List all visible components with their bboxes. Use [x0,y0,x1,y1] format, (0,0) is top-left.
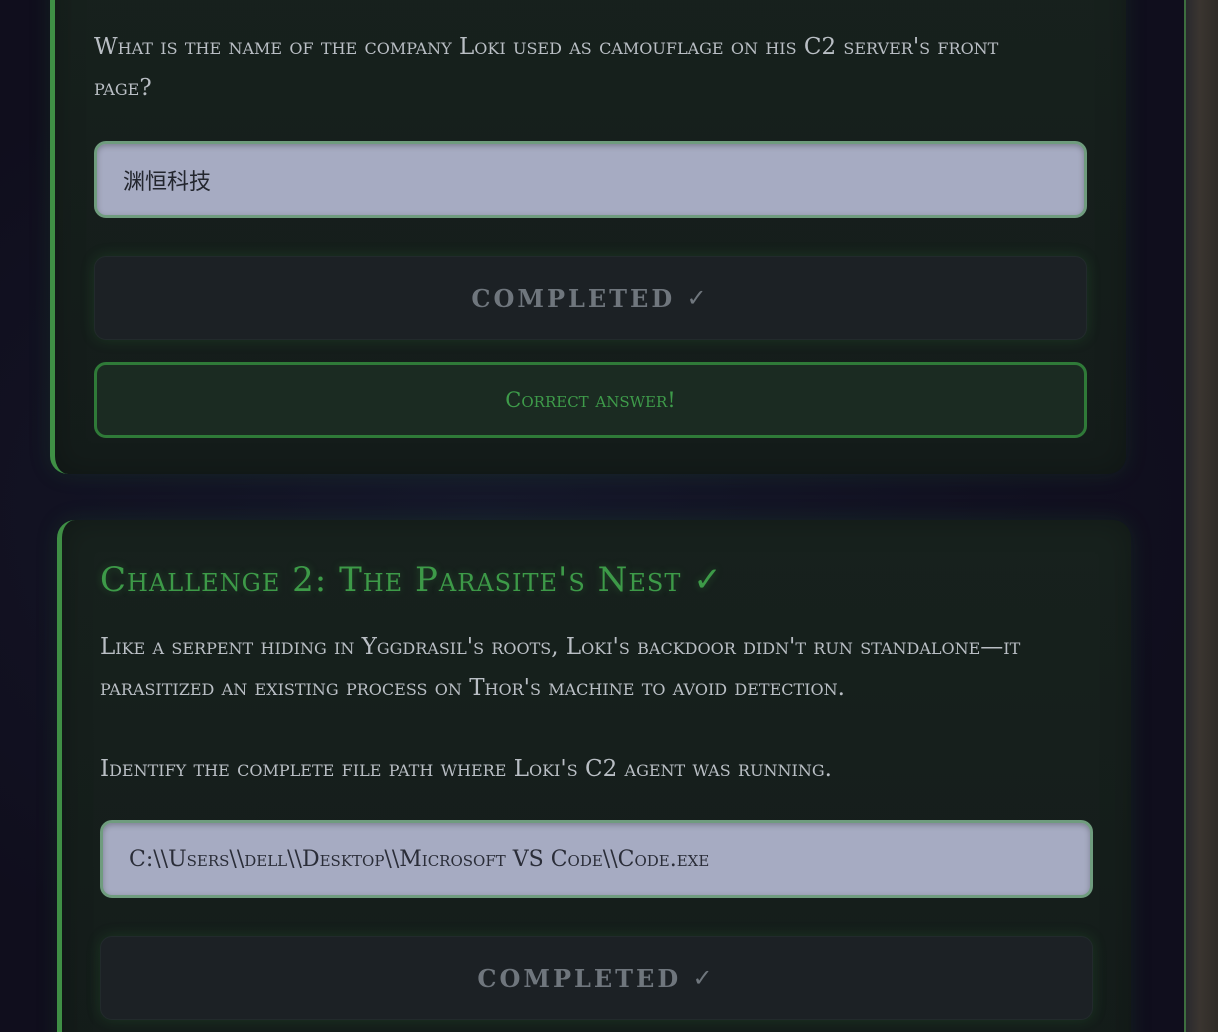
challenge-2-title-text: Challenge 2: The Parasite's Nest [100,560,682,600]
completed-label: COMPLETED [477,963,682,993]
challenge-1-completed-button[interactable]: COMPLETED ✓ [94,256,1087,340]
challenge-1-feedback: Correct answer! [94,362,1087,438]
check-icon: ✓ [692,964,716,992]
challenge-2-question: Identify the complete file path where Lo… [100,756,832,782]
scrollbar-rail[interactable] [1184,0,1218,1032]
challenge-2-description: Like a serpent hiding in Yggdrasil's roo… [100,634,1021,701]
challenge-1-card: What is the name of the company Loki use… [50,0,1126,474]
challenge-2-answer-input[interactable]: C:\\Users\\dell\\Desktop\\Microsoft VS C… [100,820,1093,898]
challenge-2-title: Challenge 2: The Parasite's Nest ✓ [100,560,723,600]
completed-label: COMPLETED [471,283,676,313]
challenge-1-answer-input[interactable]: 渊恒科技 [94,141,1087,218]
page: What is the name of the company Loki use… [0,0,1218,1032]
check-icon: ✓ [686,284,710,312]
challenge-1-question: What is the name of the company Loki use… [94,34,999,101]
challenge-2-card: Challenge 2: The Parasite's Nest ✓ Like … [57,520,1131,1032]
challenge-2-completed-button[interactable]: COMPLETED ✓ [100,936,1093,1020]
check-icon: ✓ [693,560,723,600]
